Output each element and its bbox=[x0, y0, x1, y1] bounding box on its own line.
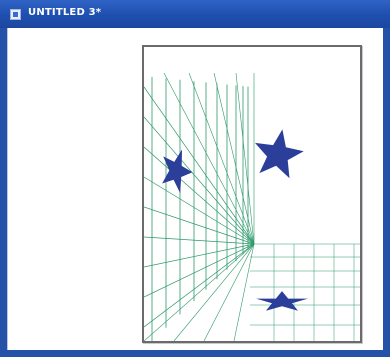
document-icon[interactable] bbox=[10, 9, 21, 20]
app-window: UNTITLED 3* bbox=[0, 0, 390, 357]
star-shape-right[interactable] bbox=[255, 129, 304, 179]
document-canvas[interactable] bbox=[7, 28, 383, 350]
title-bar[interactable]: UNTITLED 3* bbox=[0, 0, 390, 28]
star-shape-floor[interactable] bbox=[256, 291, 308, 311]
wall-ray-line bbox=[144, 236, 255, 245]
floor-ray-line bbox=[203, 243, 255, 341]
drawing-page[interactable] bbox=[142, 45, 362, 343]
wall-ray-line bbox=[144, 146, 255, 245]
perspective-drawing[interactable] bbox=[144, 47, 360, 341]
perspective-grid bbox=[144, 72, 360, 341]
floor-ray-line bbox=[144, 243, 255, 341]
wall-ray-line bbox=[235, 72, 255, 245]
star-shape-left[interactable] bbox=[162, 149, 193, 194]
wall-ray-line bbox=[144, 86, 255, 245]
wall-ray-line bbox=[144, 243, 255, 328]
wall-ray-line bbox=[188, 72, 255, 245]
wall-ray-line bbox=[144, 116, 255, 245]
window-title: UNTITLED 3* bbox=[28, 7, 102, 18]
wall-ray-line bbox=[144, 176, 255, 245]
wall-ray-line bbox=[144, 243, 255, 298]
floor-ray-line bbox=[233, 243, 255, 341]
